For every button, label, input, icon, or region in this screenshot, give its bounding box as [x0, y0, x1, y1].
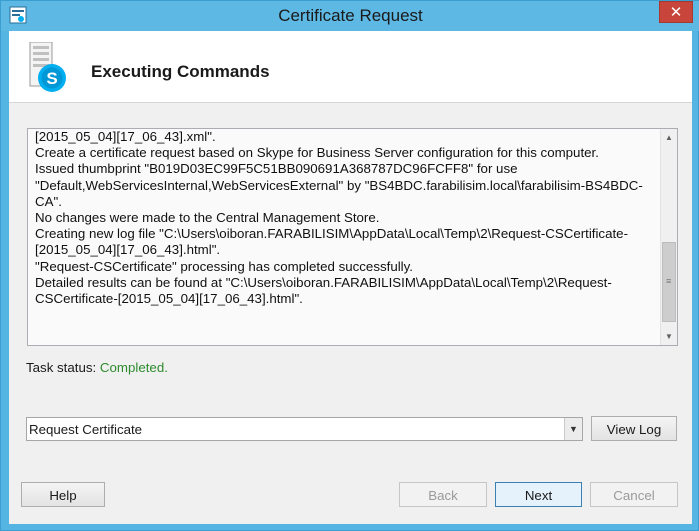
certificate-request-window: Certificate Request ✕ S Executing Comman… [0, 0, 699, 531]
page-title: Executing Commands [91, 62, 270, 81]
action-dropdown[interactable]: Request Certificate ▼ [26, 417, 583, 441]
log-line: [2015_05_04][17_06_43].xml". [35, 129, 216, 144]
task-status-value: Completed. [99, 360, 168, 375]
wizard-header: S Executing Commands [9, 31, 692, 103]
log-line: Create a certificate request based on Sk… [35, 145, 599, 161]
title-bar: Certificate Request ✕ [1, 1, 699, 31]
log-line: [2015_05_04][17_06_43].html". [35, 242, 221, 258]
scrollbar-thumb[interactable]: ≡ [662, 242, 676, 322]
back-button[interactable]: Back [399, 482, 487, 507]
log-scrollbar[interactable]: ▲ ≡ ▼ [660, 129, 677, 345]
close-button[interactable]: ✕ [659, 1, 693, 23]
log-line: "Request-CSCertificate" processing has c… [35, 258, 413, 274]
scroll-up-icon[interactable]: ▲ [661, 129, 677, 146]
log-line: CSCertificate-[2015_05_04][17_06_43].htm… [35, 291, 303, 307]
close-icon: ✕ [669, 4, 683, 21]
svg-text:S: S [46, 69, 57, 88]
view-log-button[interactable]: View Log [591, 416, 677, 441]
cancel-button[interactable]: Cancel [590, 482, 678, 507]
log-line: "Default,WebServicesInternal,WebServices… [35, 177, 643, 193]
window-title: Certificate Request [278, 6, 423, 25]
log-line: Creating new log file "C:\Users\oiboran.… [35, 226, 628, 242]
command-output-log[interactable]: [2015_05_04][17_06_43].xml". Create a cer… [27, 128, 678, 346]
next-button[interactable]: Next [495, 482, 582, 507]
grip-icon: ≡ [666, 276, 672, 286]
action-dropdown-value: Request Certificate [29, 422, 143, 437]
dialog-client-area: S Executing Commands [2015_05_04][17_06_… [9, 31, 692, 524]
log-text: [2015_05_04][17_06_43].xml". Create a cer… [35, 129, 653, 307]
chevron-down-icon[interactable]: ▼ [564, 418, 582, 440]
scroll-down-icon[interactable]: ▼ [661, 328, 677, 345]
task-status: Task status: Completed. [26, 360, 168, 375]
log-line: Detailed results can be found at "C:\Use… [35, 274, 612, 290]
log-line: No changes were made to the Central Mana… [35, 210, 380, 226]
skype-server-icon: S [29, 42, 66, 92]
log-line: CA". [35, 193, 62, 209]
task-status-label: Task status: [26, 360, 100, 375]
log-line: Issued thumbprint "B019D03EC99F5C51BB090… [35, 161, 518, 177]
help-button[interactable]: Help [21, 482, 105, 507]
